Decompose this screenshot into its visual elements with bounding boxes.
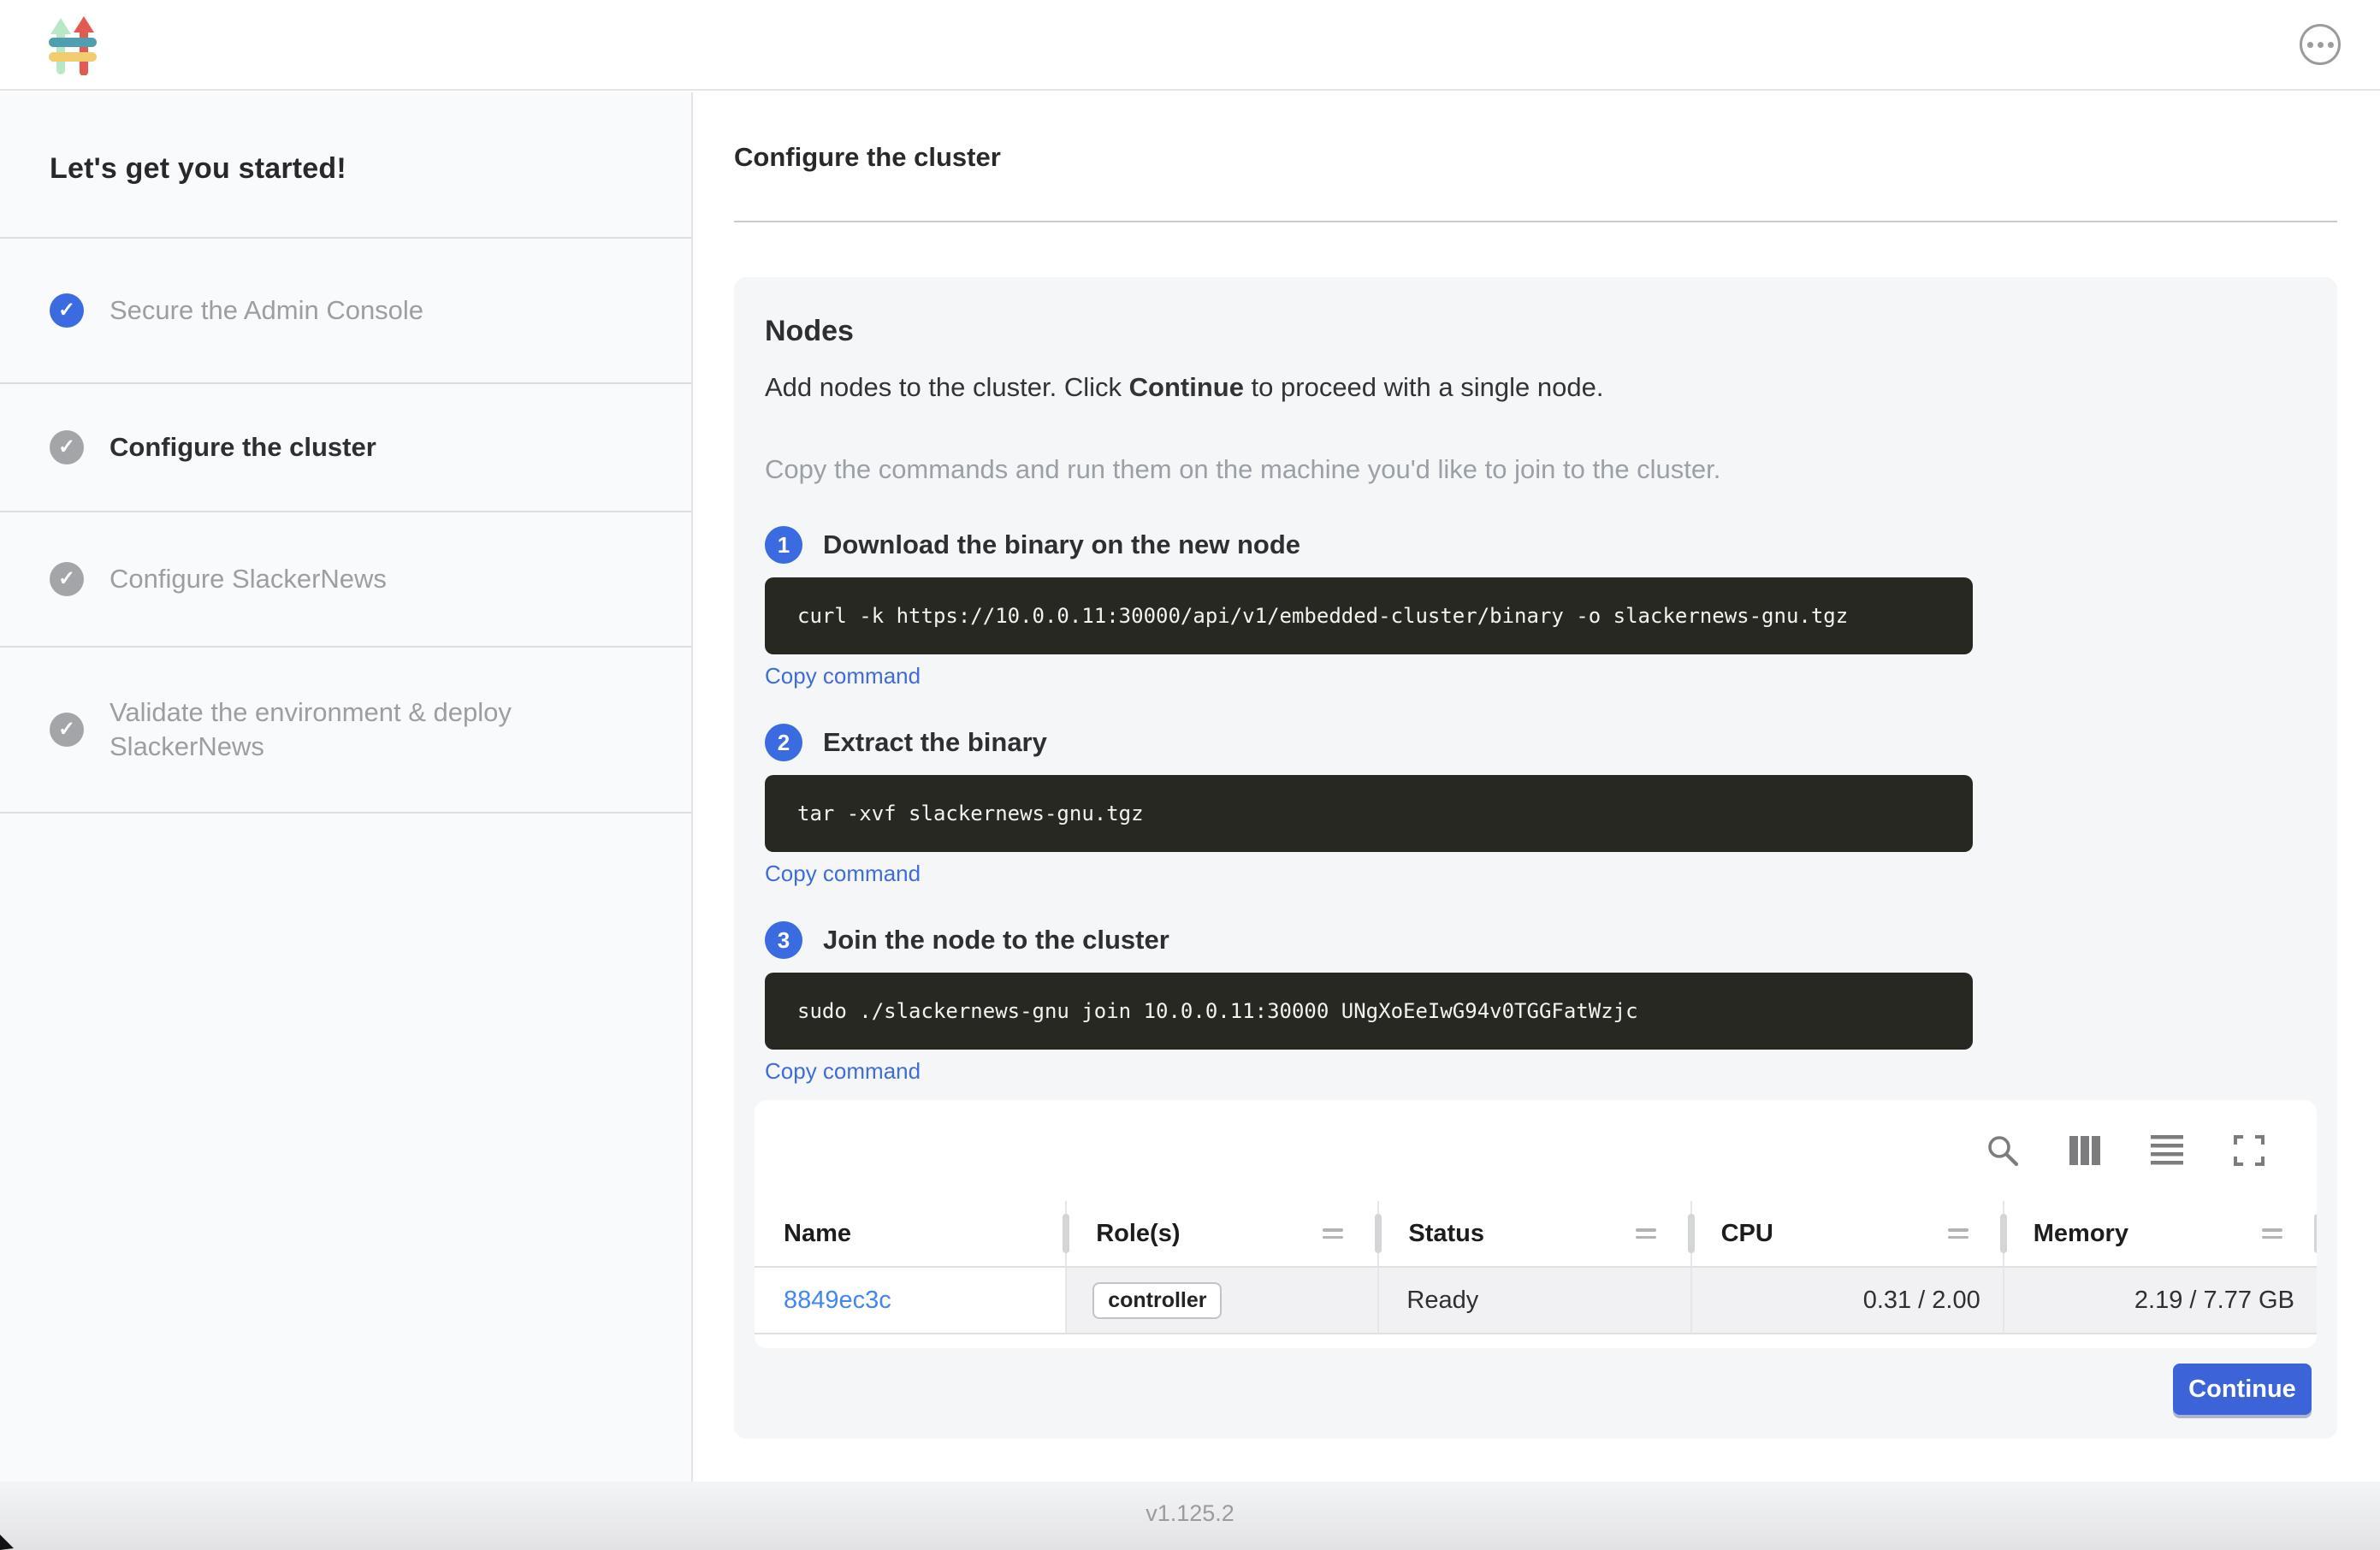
more-options-button[interactable] <box>2300 24 2341 65</box>
step-number-badge: 1 <box>765 526 802 564</box>
sidebar-item-label: Secure the Admin Console <box>110 293 423 328</box>
column-header-roles[interactable]: Role(s) <box>1067 1201 1379 1268</box>
join-step-1-header: 1 Download the binary on the new node <box>765 526 2306 564</box>
fullscreen-icon[interactable] <box>2231 1133 2267 1168</box>
sidebar-heading: Let's get you started! <box>0 92 691 237</box>
density-icon[interactable] <box>2149 1133 2185 1168</box>
extract-command-text: tar -xvf slackernews-gnu.tgz <box>797 802 1144 825</box>
join-instruction-text: Copy the commands and run them on the ma… <box>765 454 2306 485</box>
column-header-status[interactable]: Status <box>1379 1201 1691 1268</box>
role-chip: controller <box>1092 1282 1222 1319</box>
check-circle-icon: ✓ <box>50 562 84 596</box>
sidebar-item-label: Configure SlackerNews <box>110 562 387 596</box>
node-name-cell: 8849ec3c <box>755 1268 1067 1334</box>
continue-button[interactable]: Continue <box>2173 1364 2312 1415</box>
join-command-text: sudo ./slackernews-gnu join 10.0.0.11:30… <box>797 999 1638 1023</box>
column-menu-icon[interactable] <box>1323 1228 1343 1239</box>
copy-command-link-1[interactable]: Copy command <box>765 663 921 689</box>
ellipsis-icon <box>2307 42 2313 48</box>
nodes-card: Nodes Add nodes to the cluster. Click Co… <box>734 277 2337 1439</box>
main-content: Configure the cluster Nodes Add nodes to… <box>695 92 2380 1482</box>
title-divider <box>734 221 2337 222</box>
setup-steps-sidebar: Let's get you started! ✓ Secure the Admi… <box>0 92 693 1482</box>
column-menu-icon[interactable] <box>2262 1228 2282 1239</box>
footer-bar: v1.125.2 <box>0 1482 2380 1550</box>
join-step-3-header: 3 Join the node to the cluster <box>765 921 2306 959</box>
copy-command-link-2[interactable]: Copy command <box>765 861 921 887</box>
step-number-badge: 2 <box>765 724 802 761</box>
column-menu-icon[interactable] <box>1636 1228 1656 1239</box>
column-header-cpu[interactable]: CPU <box>1692 1201 2004 1268</box>
check-circle-icon: ✓ <box>50 713 84 747</box>
node-cpu-cell: 0.31 / 2.00 <box>1692 1268 2004 1334</box>
check-circle-icon: ✓ <box>50 293 84 328</box>
node-name-link[interactable]: 8849ec3c <box>784 1287 891 1315</box>
sidebar-item-label: Validate the environment & deploy Slacke… <box>110 695 647 763</box>
nodes-table-panel: Name Role(s) Status CPU <box>755 1100 2317 1348</box>
join-command-block: sudo ./slackernews-gnu join 10.0.0.11:30… <box>765 973 1973 1050</box>
nodes-card-description: Add nodes to the cluster. Click Continue… <box>765 372 2306 403</box>
check-circle-icon: ✓ <box>50 430 84 464</box>
copy-command-link-3[interactable]: Copy command <box>765 1058 921 1085</box>
table-toolbar <box>755 1100 2317 1201</box>
sidebar-item-configure-cluster[interactable]: ✓ Configure the cluster <box>0 382 691 511</box>
sidebar-item-secure-admin-console[interactable]: ✓ Secure the Admin Console <box>0 237 691 382</box>
search-icon[interactable] <box>1985 1133 2021 1168</box>
nodes-card-heading: Nodes <box>765 315 2306 348</box>
column-header-memory[interactable]: Memory <box>2004 1201 2317 1268</box>
column-menu-icon[interactable] <box>1948 1228 1969 1239</box>
node-memory-cell: 2.19 / 7.77 GB <box>2004 1268 2317 1334</box>
sidebar-item-label: Configure the cluster <box>110 430 376 464</box>
table-header-row: Name Role(s) Status CPU <box>755 1201 2317 1268</box>
sidebar-item-configure-slackernews[interactable]: ✓ Configure SlackerNews <box>0 511 691 646</box>
table-row: 8849ec3c controller Ready 0.31 / 2.00 2.… <box>755 1268 2317 1334</box>
column-resize-handle[interactable] <box>2314 1214 2317 1253</box>
page-title: Configure the cluster <box>734 142 2337 173</box>
slackernews-logo-icon <box>48 15 99 75</box>
top-header-bar <box>0 0 2380 91</box>
version-label: v1.125.2 <box>1146 1500 1234 1527</box>
node-status-cell: Ready <box>1379 1268 1691 1334</box>
column-header-name[interactable]: Name <box>755 1201 1067 1268</box>
mouse-cursor <box>0 1535 19 1550</box>
step-number-badge: 3 <box>765 921 802 959</box>
extract-command-block: tar -xvf slackernews-gnu.tgz <box>765 775 1973 852</box>
download-command-text: curl -k https://10.0.0.11:30000/api/v1/e… <box>797 604 1848 628</box>
sidebar-item-validate-deploy[interactable]: ✓ Validate the environment & deploy Slac… <box>0 646 691 813</box>
node-roles-cell: controller <box>1067 1268 1379 1334</box>
download-command-block: curl -k https://10.0.0.11:30000/api/v1/e… <box>765 577 1973 654</box>
view-columns-icon[interactable] <box>2067 1133 2103 1168</box>
join-step-2-header: 2 Extract the binary <box>765 724 2306 761</box>
